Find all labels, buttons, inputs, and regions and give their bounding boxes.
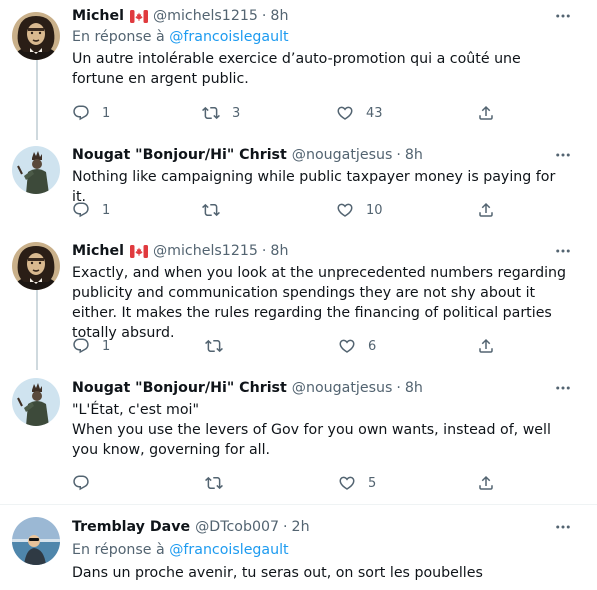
like-button[interactable]: 5: [338, 473, 376, 493]
reply-context: En réponse à @francoislegault: [72, 540, 289, 560]
separator: ·: [283, 519, 288, 535]
tweet-4[interactable]: Nougat "Bonjour/Hi" Christ @nougatjesus …: [0, 370, 597, 504]
like-count: 5: [368, 475, 377, 491]
tweet-text: Exactly, and when you look at the unprec…: [72, 265, 567, 341]
tweet-header: Nougat "Bonjour/Hi" Christ @nougatjesus …: [72, 378, 423, 398]
separator: ·: [396, 380, 401, 396]
avatar[interactable]: [12, 12, 60, 60]
retweet-button[interactable]: 3: [202, 103, 240, 123]
tweet-header: Michel @michels1215 · 8h: [72, 241, 288, 261]
retweet-count: 3: [232, 105, 241, 121]
reply-button[interactable]: 1: [72, 103, 110, 123]
reply-prefix: En réponse à: [72, 542, 165, 558]
retweet-icon: [202, 104, 220, 122]
tweet-text: Un autre intolérable exercice d’auto-pro…: [72, 51, 521, 87]
separator: ·: [261, 8, 267, 24]
separator: ·: [261, 243, 267, 259]
reply-count: 1: [102, 338, 111, 354]
display-name[interactable]: Nougat "Bonjour/Hi" Christ: [72, 378, 287, 398]
tweet-header: Tremblay Dave @DTcob007 · 2h: [72, 517, 310, 537]
tweet-header: Nougat "Bonjour/Hi" Christ @nougatjesus …: [72, 145, 423, 165]
reply-button[interactable]: 1: [72, 336, 110, 356]
more-options-icon[interactable]: [553, 517, 573, 537]
reply-count: 1: [102, 202, 111, 218]
like-count: 43: [366, 105, 383, 121]
tweet-3[interactable]: Michel @michels1215 · 8h Exactly, and wh…: [0, 234, 597, 370]
thread-line: [36, 290, 38, 370]
tweet-5[interactable]: Tremblay Dave @DTcob007 · 2h En réponse …: [0, 505, 597, 590]
display-name[interactable]: Tremblay Dave: [72, 517, 190, 537]
share-button[interactable]: [477, 336, 495, 356]
retweet-button[interactable]: [205, 336, 235, 356]
like-count: 6: [368, 338, 377, 354]
retweet-icon: [205, 474, 223, 492]
tweet-text-line-1: "L'État, c'est moi": [72, 402, 199, 418]
display-name[interactable]: Michel: [72, 6, 124, 26]
handle[interactable]: @DTcob007: [195, 517, 279, 537]
avatar[interactable]: [12, 378, 60, 426]
canada-flag-icon: [130, 10, 148, 23]
retweet-icon: [205, 337, 223, 355]
avatar[interactable]: [12, 146, 60, 194]
display-name[interactable]: Nougat "Bonjour/Hi" Christ: [72, 145, 287, 165]
share-button[interactable]: [477, 103, 495, 123]
more-options-icon[interactable]: [553, 145, 573, 165]
tweet-text: "L'État, c'est moi" When you use the lev…: [72, 400, 567, 460]
tweet-text-line-2: When you use the levers of Gov for you o…: [72, 422, 551, 458]
retweet-icon: [202, 201, 220, 219]
avatar[interactable]: [12, 242, 60, 290]
reply-icon: [72, 474, 90, 492]
separator: ·: [396, 147, 401, 163]
canada-flag-icon: [130, 245, 148, 258]
timestamp[interactable]: 8h: [270, 241, 288, 261]
like-button[interactable]: 6: [338, 336, 376, 356]
share-icon: [477, 337, 495, 355]
handle[interactable]: @nougatjesus: [292, 378, 393, 398]
reply-context: En réponse à @francoislegault: [72, 27, 289, 47]
heart-icon: [338, 337, 356, 355]
reply-count: 1: [102, 105, 111, 121]
reply-button[interactable]: [72, 473, 102, 493]
like-button[interactable]: 43: [336, 103, 383, 123]
like-button[interactable]: 10: [336, 200, 383, 220]
reply-button[interactable]: 1: [72, 200, 110, 220]
reply-icon: [72, 201, 90, 219]
reply-mention-link[interactable]: @francoislegault: [169, 29, 288, 45]
retweet-button[interactable]: [202, 200, 232, 220]
tweet-text: Dans un proche avenir, tu seras out, on …: [72, 565, 483, 581]
display-name[interactable]: Michel: [72, 241, 124, 261]
handle[interactable]: @nougatjesus: [292, 145, 393, 165]
reply-mention-link[interactable]: @francoislegault: [169, 542, 288, 558]
more-options-icon[interactable]: [553, 378, 573, 398]
retweet-button[interactable]: [205, 473, 235, 493]
timestamp[interactable]: 8h: [405, 145, 423, 165]
timestamp[interactable]: 2h: [292, 517, 310, 537]
heart-icon: [336, 201, 354, 219]
tweet-1[interactable]: Michel @michels1215 · 8h En réponse à @f…: [0, 0, 597, 140]
heart-icon: [336, 104, 354, 122]
tweet-header: Michel @michels1215 · 8h: [72, 6, 288, 26]
thread-line: [36, 56, 38, 140]
more-options-icon[interactable]: [553, 241, 573, 261]
more-options-icon[interactable]: [553, 6, 573, 26]
share-icon: [477, 474, 495, 492]
avatar[interactable]: [12, 517, 60, 565]
share-button[interactable]: [477, 473, 495, 493]
timestamp[interactable]: 8h: [270, 6, 288, 26]
heart-icon: [338, 474, 356, 492]
share-button[interactable]: [477, 200, 495, 220]
like-count: 10: [366, 202, 383, 218]
share-icon: [477, 201, 495, 219]
share-icon: [477, 104, 495, 122]
reply-icon: [72, 104, 90, 122]
handle[interactable]: @michels1215: [153, 241, 258, 261]
tweet-text: Nothing like campaigning while public ta…: [72, 169, 556, 205]
handle[interactable]: @michels1215: [153, 6, 258, 26]
reply-icon: [72, 337, 90, 355]
reply-prefix: En réponse à: [72, 29, 165, 45]
timestamp[interactable]: 8h: [405, 378, 423, 398]
tweet-2[interactable]: Nougat "Bonjour/Hi" Christ @nougatjesus …: [0, 140, 597, 234]
